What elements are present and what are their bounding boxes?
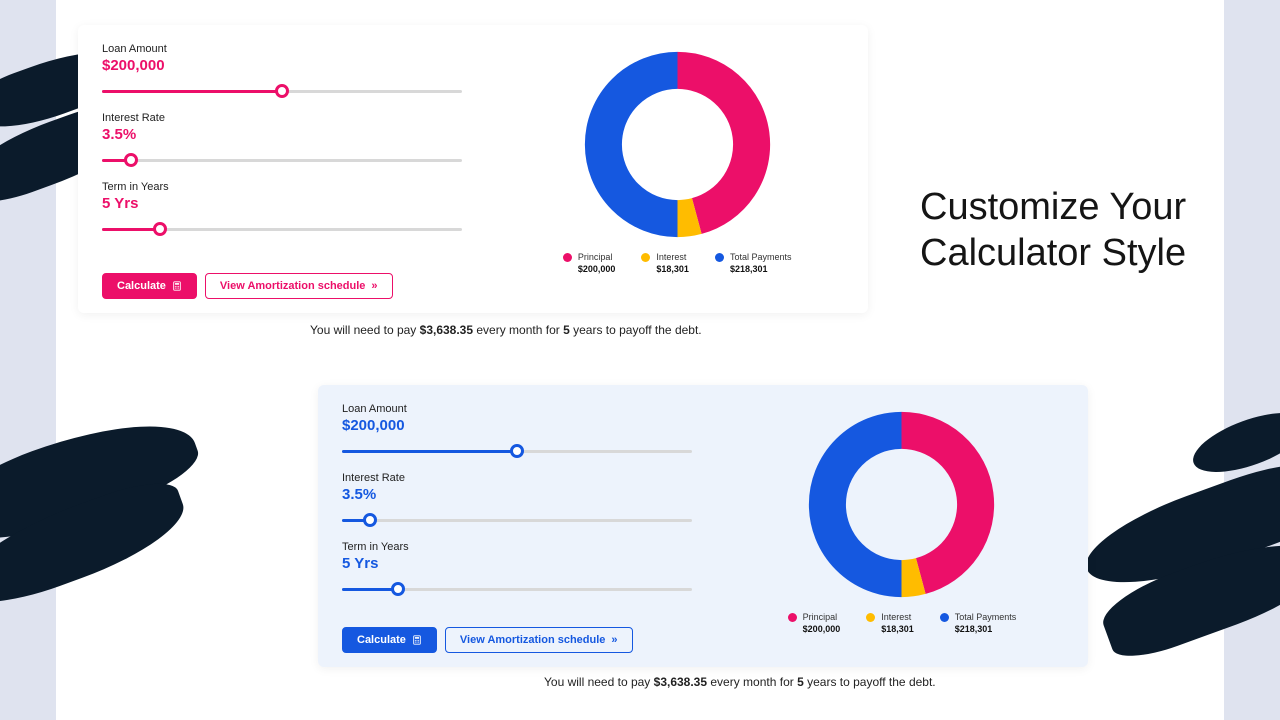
- interest-rate-value: 3.5%: [102, 126, 462, 143]
- term-years-field: Term in Years 5 Yrs: [342, 541, 692, 598]
- loan-calculator-pink: Loan Amount $200,000 Interest Rate 3.5% …: [78, 25, 868, 313]
- legend-item-total: Total Payments $218,301: [715, 252, 792, 275]
- loan-amount-label: Loan Amount: [102, 43, 462, 55]
- legend-value: $18,301: [881, 624, 914, 636]
- legend-dot: [788, 613, 797, 622]
- legend-label: Interest: [881, 612, 914, 624]
- calculate-button[interactable]: Calculate: [102, 273, 197, 299]
- loan-amount-value: $200,000: [342, 417, 692, 434]
- legend-item-principal: Principal $200,000: [563, 252, 616, 275]
- loan-amount-slider[interactable]: [102, 84, 462, 100]
- legend-dot: [715, 253, 724, 262]
- loan-amount-field: Loan Amount $200,000: [102, 43, 462, 100]
- calculator-icon: [172, 281, 182, 291]
- chart-panel: Principal $200,000 Interest $18,301 Tota…: [486, 25, 868, 313]
- slider-panel: Loan Amount $200,000 Interest Rate 3.5% …: [78, 25, 486, 313]
- term-years-label: Term in Years: [102, 181, 462, 193]
- legend-value: $200,000: [803, 624, 841, 636]
- interest-rate-field: Interest Rate 3.5%: [102, 112, 462, 169]
- legend-dot: [641, 253, 650, 262]
- section-heading: Customize YourCalculator Style: [920, 185, 1186, 276]
- interest-rate-label: Interest Rate: [102, 112, 462, 124]
- term-years-label: Term in Years: [342, 541, 692, 553]
- view-amortization-button[interactable]: View Amortization schedule »: [445, 627, 633, 653]
- legend-label: Interest: [656, 252, 689, 264]
- legend-value: $18,301: [656, 264, 689, 276]
- legend-item-total: Total Payments $218,301: [940, 612, 1017, 635]
- interest-rate-value: 3.5%: [342, 486, 692, 503]
- legend-value: $200,000: [578, 264, 616, 276]
- loan-amount-slider[interactable]: [342, 444, 692, 460]
- interest-rate-slider[interactable]: [342, 513, 692, 529]
- chevron-double-right-icon: »: [611, 635, 617, 646]
- term-years-slider[interactable]: [102, 222, 462, 238]
- legend-dot: [563, 253, 572, 262]
- interest-rate-label: Interest Rate: [342, 472, 692, 484]
- loan-amount-label: Loan Amount: [342, 403, 692, 415]
- interest-rate-field: Interest Rate 3.5%: [342, 472, 692, 529]
- loan-calculator-blue: Loan Amount $200,000 Interest Rate 3.5% …: [318, 385, 1088, 667]
- payment-summary: You will need to pay $3,638.35 every mon…: [544, 675, 936, 689]
- legend-label: Principal: [578, 252, 616, 264]
- legend-value: $218,301: [955, 624, 1017, 636]
- legend-value: $218,301: [730, 264, 792, 276]
- loan-amount-field: Loan Amount $200,000: [342, 403, 692, 460]
- calculate-button-label: Calculate: [357, 634, 406, 646]
- donut-chart: [804, 407, 999, 602]
- term-years-value: 5 Yrs: [342, 555, 692, 572]
- term-years-slider[interactable]: [342, 582, 692, 598]
- chevron-double-right-icon: »: [371, 281, 377, 292]
- legend-item-principal: Principal $200,000: [788, 612, 841, 635]
- view-amortization-label: View Amortization schedule: [220, 280, 365, 292]
- legend-dot: [940, 613, 949, 622]
- loan-amount-value: $200,000: [102, 57, 462, 74]
- term-years-value: 5 Yrs: [102, 195, 462, 212]
- legend-item-interest: Interest $18,301: [866, 612, 914, 635]
- chart-panel: Principal $200,000 Interest $18,301 Tota…: [716, 385, 1088, 667]
- interest-rate-slider[interactable]: [102, 153, 462, 169]
- legend-dot: [866, 613, 875, 622]
- slider-panel: Loan Amount $200,000 Interest Rate 3.5% …: [318, 385, 716, 667]
- view-amortization-button[interactable]: View Amortization schedule »: [205, 273, 393, 299]
- legend-label: Total Payments: [955, 612, 1017, 624]
- legend-item-interest: Interest $18,301: [641, 252, 689, 275]
- view-amortization-label: View Amortization schedule: [460, 634, 605, 646]
- term-years-field: Term in Years 5 Yrs: [102, 181, 462, 238]
- legend-label: Principal: [803, 612, 841, 624]
- legend-label: Total Payments: [730, 252, 792, 264]
- calculate-button[interactable]: Calculate: [342, 627, 437, 653]
- chart-legend: Principal $200,000 Interest $18,301 Tota…: [788, 612, 1017, 635]
- chart-legend: Principal $200,000 Interest $18,301 Tota…: [563, 252, 792, 275]
- payment-summary: You will need to pay $3,638.35 every mon…: [310, 323, 702, 337]
- calculate-button-label: Calculate: [117, 280, 166, 292]
- donut-chart: [580, 47, 775, 242]
- calculator-icon: [412, 635, 422, 645]
